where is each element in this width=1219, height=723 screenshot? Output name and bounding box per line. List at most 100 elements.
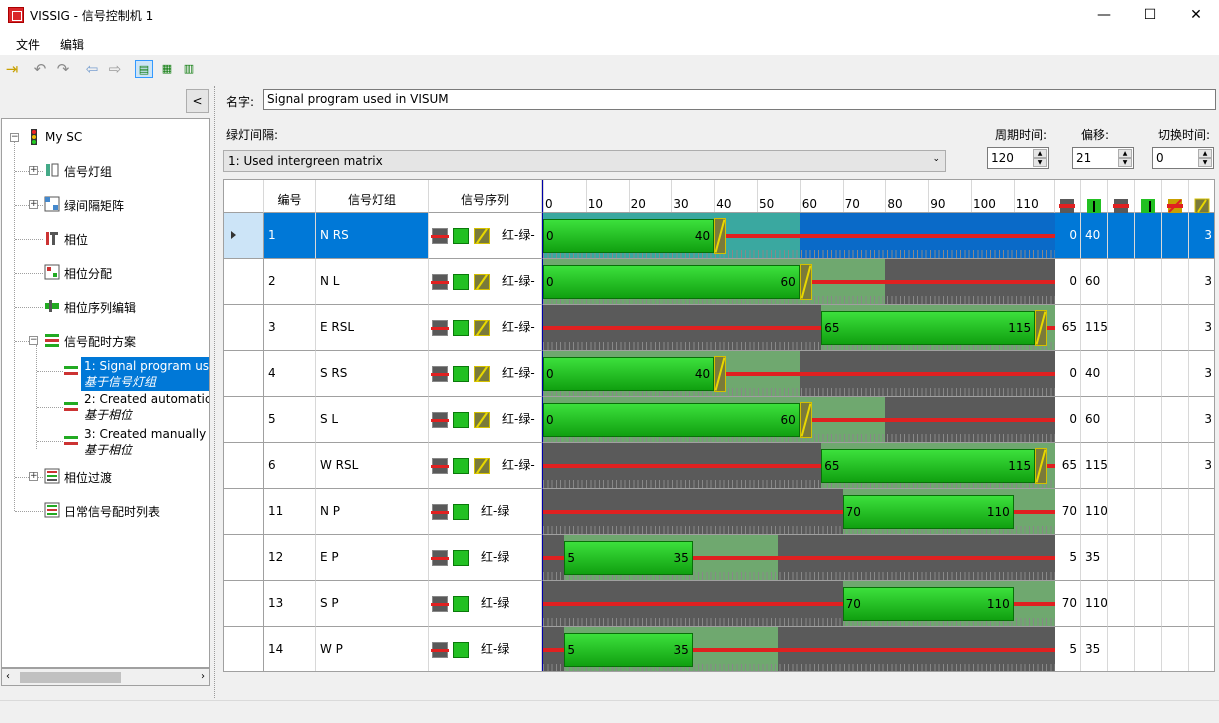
- expand-intergreen-icon[interactable]: +: [29, 200, 38, 209]
- tree-item-daily-list[interactable]: 日常信号配时列表: [64, 503, 160, 520]
- amber-phase-bar[interactable]: [799, 402, 812, 438]
- cell-green-end[interactable]: 115: [1081, 443, 1108, 489]
- cell-signal-sequence[interactable]: 红-绿: [429, 581, 542, 627]
- forward-icon[interactable]: ⇨: [106, 60, 124, 78]
- close-button[interactable]: ✕: [1173, 0, 1219, 30]
- scroll-left-icon[interactable]: ‹: [6, 671, 10, 682]
- cell-no[interactable]: 2: [264, 259, 316, 305]
- green-phase-bar[interactable]: 0 60: [543, 265, 800, 299]
- tree-item-signal-groups[interactable]: 信号灯组: [64, 163, 112, 180]
- menu-file[interactable]: 文件: [16, 36, 40, 53]
- cell-no[interactable]: 12: [264, 535, 316, 581]
- undo-icon[interactable]: ↶: [31, 60, 49, 78]
- cell-green-start[interactable]: 65: [1055, 443, 1081, 489]
- spin-up-icon[interactable]: ▲: [1118, 149, 1132, 158]
- collapse-panel-button[interactable]: <: [186, 89, 209, 113]
- spin-down-icon[interactable]: ▼: [1033, 158, 1047, 167]
- cell-empty[interactable]: [1108, 535, 1135, 581]
- cell-green-start[interactable]: 5: [1055, 535, 1081, 581]
- cell-empty[interactable]: [1108, 581, 1135, 627]
- green-phase-bar[interactable]: 70 110: [842, 587, 1014, 621]
- table-row[interactable]: 4S RS 红-绿- 0 40 0 40 3: [224, 351, 1214, 397]
- row-header[interactable]: [224, 581, 264, 627]
- green-phase-bar[interactable]: 5 35: [564, 633, 693, 667]
- intergreen-select[interactable]: 1: Used intergreen matrix ⌄: [223, 150, 946, 172]
- redo-icon[interactable]: ↷: [54, 60, 72, 78]
- offset-spinner[interactable]: 21 ▲ ▼: [1072, 147, 1134, 169]
- cell-green-end[interactable]: 35: [1081, 627, 1108, 671]
- cell-green-start[interactable]: 5: [1055, 627, 1081, 671]
- cell-empty[interactable]: [1108, 259, 1135, 305]
- tree-item-transitions[interactable]: 相位过渡: [64, 469, 112, 486]
- cell-no[interactable]: 3: [264, 305, 316, 351]
- cell-empty[interactable]: [1162, 213, 1189, 259]
- name-field[interactable]: Signal program used in VISUM: [263, 89, 1216, 110]
- table-row[interactable]: 1N RS 红-绿- 0 40 0 40 3: [224, 213, 1214, 259]
- cell-signal-sequence[interactable]: 红-绿-: [429, 351, 542, 397]
- minimize-button[interactable]: —: [1081, 0, 1127, 30]
- cell-amber-time[interactable]: 3: [1189, 305, 1214, 351]
- header-signal-sequence[interactable]: 信号序列: [429, 180, 542, 213]
- cell-green-start[interactable]: 65: [1055, 305, 1081, 351]
- cell-signal-group[interactable]: N RS: [316, 213, 429, 259]
- green-phase-bar[interactable]: 70 110: [842, 495, 1014, 529]
- cell-amber-time[interactable]: 3: [1189, 397, 1214, 443]
- timeline-cell[interactable]: 65 115: [542, 305, 1055, 351]
- table-row[interactable]: 12 E P 红-绿 5 35 5 35: [224, 535, 1214, 581]
- tree-horizontal-scrollbar[interactable]: ‹ ›: [1, 668, 210, 686]
- tree-item-signal-programs[interactable]: 信号配时方案: [64, 333, 136, 350]
- cell-empty[interactable]: [1162, 259, 1189, 305]
- table-view-icon[interactable]: ▥: [180, 60, 198, 78]
- cell-empty[interactable]: [1135, 627, 1162, 671]
- table-row[interactable]: 3E RSL 红-绿- 65 115 65 115 3: [224, 305, 1214, 351]
- table-row[interactable]: 2N L 红-绿- 0 60 0 60 3: [224, 259, 1214, 305]
- cycle-time-spinner[interactable]: 120 ▲ ▼: [987, 147, 1049, 169]
- cell-green-end[interactable]: 35: [1081, 535, 1108, 581]
- cell-empty[interactable]: [1135, 443, 1162, 489]
- cell-green-start[interactable]: 0: [1055, 259, 1081, 305]
- timeline-cell[interactable]: 65 115: [542, 443, 1055, 489]
- table-row[interactable]: 5S L 红-绿- 0 60 0 60 3: [224, 397, 1214, 443]
- tree-item-intergreen[interactable]: 绿间隔矩阵: [64, 197, 124, 214]
- cell-green-start[interactable]: 0: [1055, 397, 1081, 443]
- cell-amber-time[interactable]: 3: [1189, 443, 1214, 489]
- timeline-cell[interactable]: 70 110: [542, 581, 1055, 627]
- cell-empty[interactable]: [1135, 489, 1162, 535]
- cell-empty[interactable]: [1108, 305, 1135, 351]
- row-header[interactable]: [224, 259, 264, 305]
- row-header[interactable]: [224, 535, 264, 581]
- row-header[interactable]: [224, 305, 264, 351]
- row-header[interactable]: [224, 213, 264, 259]
- timeline-cell[interactable]: 70 110: [542, 489, 1055, 535]
- green-phase-bar[interactable]: 5 35: [564, 541, 693, 575]
- cell-green-start[interactable]: 0: [1055, 351, 1081, 397]
- row-header[interactable]: [224, 443, 264, 489]
- green-phase-bar[interactable]: 0 40: [543, 219, 715, 253]
- expand-root-icon[interactable]: −: [10, 133, 19, 142]
- cell-signal-group[interactable]: E RSL: [316, 305, 429, 351]
- cell-empty[interactable]: [1162, 581, 1189, 627]
- cell-amber-time[interactable]: 3: [1189, 213, 1214, 259]
- amber-phase-bar[interactable]: [1035, 310, 1048, 346]
- cell-signal-sequence[interactable]: 红-绿-: [429, 213, 542, 259]
- cell-signal-sequence[interactable]: 红-绿: [429, 489, 542, 535]
- spin-down-icon[interactable]: ▼: [1118, 158, 1132, 167]
- cell-empty[interactable]: [1108, 489, 1135, 535]
- timeline-cell[interactable]: 0 40: [542, 213, 1055, 259]
- tree-root[interactable]: My SC: [45, 130, 82, 144]
- spin-down-icon[interactable]: ▼: [1198, 158, 1212, 167]
- cell-amber-time[interactable]: 3: [1189, 351, 1214, 397]
- cell-signal-group[interactable]: S RS: [316, 351, 429, 397]
- amber-phase-bar[interactable]: [799, 264, 812, 300]
- cell-green-end[interactable]: 110: [1081, 489, 1108, 535]
- cell-no[interactable]: 11: [264, 489, 316, 535]
- tree-program-2[interactable]: 2: Created automatic: [84, 392, 209, 406]
- exit-icon[interactable]: ⇥: [3, 60, 21, 78]
- cell-green-end[interactable]: 60: [1081, 397, 1108, 443]
- green-phase-bar[interactable]: 65 115: [821, 449, 1036, 483]
- cell-green-end[interactable]: 115: [1081, 305, 1108, 351]
- row-header[interactable]: [224, 351, 264, 397]
- cell-empty[interactable]: [1162, 351, 1189, 397]
- tree-item-phase[interactable]: 相位: [64, 231, 88, 248]
- collapse-programs-icon[interactable]: −: [29, 336, 38, 345]
